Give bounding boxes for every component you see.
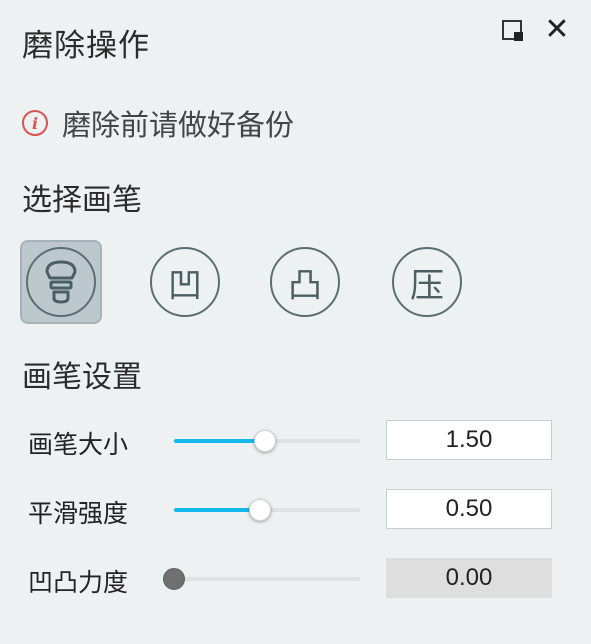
relief-strength-slider (163, 568, 360, 590)
restore-button[interactable] (496, 14, 528, 46)
brush-size-input[interactable] (386, 420, 552, 460)
grind-brush-button[interactable] (20, 240, 102, 324)
close-button[interactable]: ✕ (540, 14, 574, 46)
relief-strength-row: 凹凸力度 0.00 (28, 558, 558, 598)
smoothing-slider[interactable] (174, 499, 360, 521)
concave-brush-button[interactable]: 凹 (144, 240, 226, 324)
relief-strength-label: 凹凸力度 (28, 568, 129, 597)
press-brush-icon: 压 (392, 247, 462, 317)
convex-brush-icon: 凸 (270, 247, 340, 317)
brush-size-slider-fill (174, 439, 266, 443)
smoothing-slider-thumb[interactable] (248, 499, 271, 521)
settings-section-title: 画笔设置 (22, 360, 142, 395)
panel-title: 磨除操作 (22, 28, 150, 64)
brush-size-row: 画笔大小 (28, 420, 558, 460)
grind-brush-icon (26, 247, 96, 317)
brush-section-title: 选择画笔 (22, 183, 142, 218)
brush-selector: 凹 凸 压 (20, 240, 480, 324)
brush-size-label: 画笔大小 (28, 430, 129, 459)
info-icon: i (22, 110, 48, 136)
concave-glyph: 凹 (168, 265, 202, 306)
smoothing-row: 平滑强度 (28, 489, 558, 529)
relief-strength-value: 0.00 (386, 558, 552, 598)
warning-text: 磨除前请做好备份 (62, 108, 295, 142)
press-glyph: 压 (410, 265, 444, 306)
smoothing-input[interactable] (386, 489, 552, 529)
convex-glyph: 凸 (288, 265, 322, 306)
restore-icon (502, 20, 523, 41)
smoothing-slider-fill (174, 508, 260, 512)
close-icon: ✕ (544, 12, 570, 47)
backup-warning: i 磨除前请做好备份 (22, 102, 294, 144)
grind-panel: 磨除操作 ✕ i 磨除前请做好备份 选择画笔 凹 凸 压 画笔设置 画笔大小 1… (0, 0, 591, 644)
smoothing-label: 平滑强度 (28, 499, 129, 528)
brush-size-slider-thumb[interactable] (254, 430, 277, 452)
concave-brush-icon: 凹 (150, 247, 220, 317)
press-brush-button[interactable]: 压 (386, 240, 468, 324)
brush-size-slider[interactable] (174, 430, 360, 452)
convex-brush-button[interactable]: 凸 (264, 240, 346, 324)
relief-strength-slider-thumb (163, 568, 185, 590)
